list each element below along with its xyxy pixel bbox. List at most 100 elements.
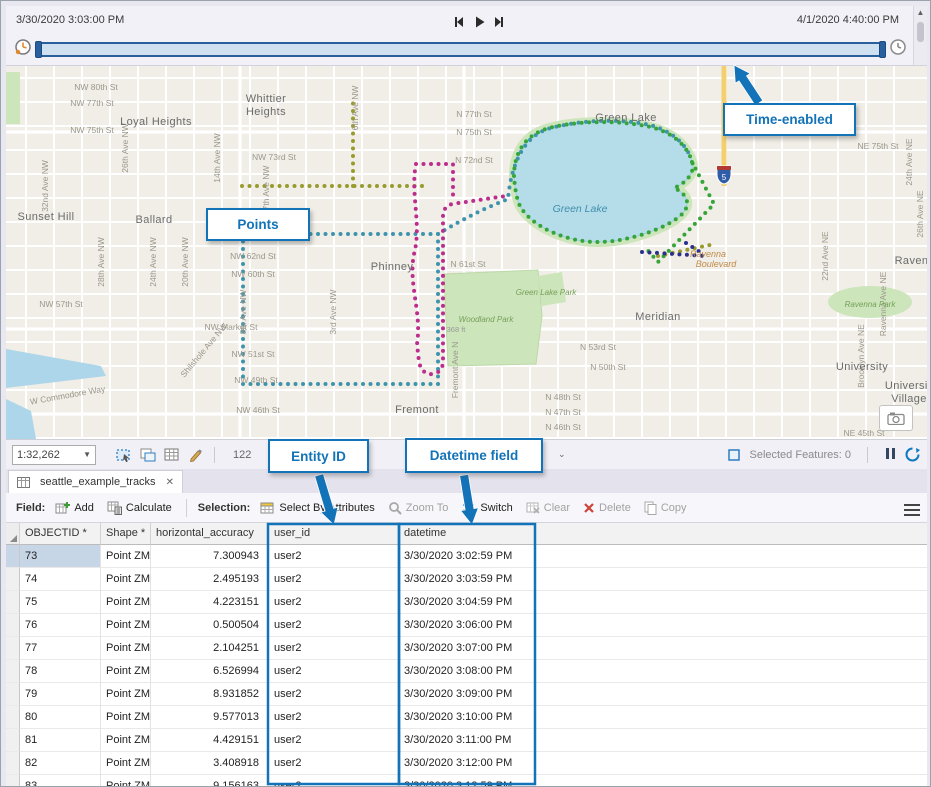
scroll-up-icon[interactable]: ▲	[914, 6, 927, 17]
corner-selector[interactable]	[6, 523, 20, 545]
table-cell[interactable]: 81	[20, 729, 101, 752]
table-cell[interactable]: 9.156163	[151, 775, 269, 786]
scroll-thumb[interactable]	[917, 22, 924, 42]
table-cell[interactable]: 3/30/2020 3:08:00 PM	[399, 660, 535, 683]
switch-selection-button[interactable]: Switch	[458, 499, 515, 516]
table-cell[interactable]: user2	[269, 706, 399, 729]
table-cell[interactable]: Point ZM	[101, 683, 151, 706]
row-selector[interactable]	[6, 545, 20, 568]
table-cell[interactable]: user2	[269, 660, 399, 683]
play-icon[interactable]	[472, 15, 486, 29]
column-header-shape[interactable]: Shape *	[101, 523, 151, 545]
row-selector[interactable]	[6, 775, 20, 786]
table-cell[interactable]: 73	[20, 545, 101, 568]
refresh-icon[interactable]	[904, 446, 921, 463]
table-cell[interactable]: 6.526994	[151, 660, 269, 683]
time-settings-icon[interactable]	[14, 38, 32, 61]
table-cell[interactable]: Point ZM	[101, 545, 151, 568]
table-row[interactable]: 80 Point ZM 9.577013 user2 3/30/2020 3:10:00…	[6, 706, 927, 729]
table-row[interactable]: 74 Point ZM 2.495193 user2 3/30/2020 3:03:59…	[6, 568, 927, 591]
pause-icon[interactable]	[884, 447, 896, 462]
time-slider-track[interactable]	[35, 41, 886, 58]
row-selector[interactable]	[6, 729, 20, 752]
panel-scrollbar[interactable]: ▲	[913, 6, 927, 65]
table-cell[interactable]: Point ZM	[101, 775, 151, 786]
add-field-button[interactable]: Add	[52, 498, 97, 517]
table-cell[interactable]: 3/30/2020 3:10:00 PM	[399, 706, 535, 729]
table-row[interactable]: 76 Point ZM 0.500504 user2 3/30/2020 3:06:00…	[6, 614, 927, 637]
table-cell[interactable]: 4.223151	[151, 591, 269, 614]
calculate-field-button[interactable]: Calculate	[104, 498, 175, 517]
table-cell[interactable]: 74	[20, 568, 101, 591]
table-cell[interactable]: 77	[20, 637, 101, 660]
table-cell[interactable]: user2	[269, 591, 399, 614]
table-cell[interactable]: user2	[269, 545, 399, 568]
table-cell[interactable]: 75	[20, 591, 101, 614]
row-selector[interactable]	[6, 706, 20, 729]
step-back-icon[interactable]	[452, 15, 466, 29]
table-cell[interactable]: 3/30/2020 3:04:59 PM	[399, 591, 535, 614]
column-header-user-id[interactable]: user_id	[269, 523, 399, 545]
table-cell[interactable]: 3/30/2020 3:11:00 PM	[399, 729, 535, 752]
select-features-icon[interactable]	[114, 445, 134, 465]
table-cell[interactable]: 3/30/2020 3:12:00 PM	[399, 752, 535, 775]
table-cell[interactable]: user2	[269, 775, 399, 786]
table-cell[interactable]: 3/30/2020 3:02:59 PM	[399, 545, 535, 568]
table-cell[interactable]: Point ZM	[101, 706, 151, 729]
clear-selection-button[interactable]: Clear	[523, 499, 573, 517]
table-cell[interactable]: 2.104251	[151, 637, 269, 660]
table-cell[interactable]: user2	[269, 683, 399, 706]
column-header-horizontal-accuracy[interactable]: horizontal_accuracy	[151, 523, 269, 545]
table-cell[interactable]: Point ZM	[101, 729, 151, 752]
table-row[interactable]: 75 Point ZM 4.223151 user2 3/30/2020 3:04:59…	[6, 591, 927, 614]
table-row[interactable]: 83 Point ZM 9.156163 user2 3/30/2020 3:12:59…	[6, 775, 927, 786]
table-row[interactable]: 77 Point ZM 2.104251 user2 3/30/2020 3:07:00…	[6, 637, 927, 660]
table-cell[interactable]: 3/30/2020 3:06:00 PM	[399, 614, 535, 637]
table-cell[interactable]: Point ZM	[101, 637, 151, 660]
column-header-datetime[interactable]: datetime	[399, 523, 535, 545]
table-cell[interactable]: user2	[269, 568, 399, 591]
table-row[interactable]: 78 Point ZM 6.526994 user2 3/30/2020 3:08:00…	[6, 660, 927, 683]
zoom-to-button[interactable]: Zoom To	[385, 499, 452, 517]
row-selector[interactable]	[6, 752, 20, 775]
copy-button[interactable]: Copy	[641, 499, 690, 517]
time-slider-start-handle[interactable]	[35, 41, 42, 58]
table-cell[interactable]: 79	[20, 683, 101, 706]
map-snapshot-button[interactable]	[879, 405, 913, 431]
row-selector[interactable]	[6, 614, 20, 637]
coordinate-chevron-icon[interactable]: ⌄	[558, 449, 566, 460]
table-cell[interactable]: 8.931852	[151, 683, 269, 706]
menu-icon[interactable]	[904, 501, 920, 519]
delete-button[interactable]: Delete	[580, 500, 634, 516]
select-by-attributes-button[interactable]: Select By Attributes	[257, 498, 377, 517]
step-forward-icon[interactable]	[492, 15, 506, 29]
table-cell[interactable]: user2	[269, 637, 399, 660]
table-cell[interactable]: 83	[20, 775, 101, 786]
table-cell[interactable]: Point ZM	[101, 752, 151, 775]
table-cell[interactable]: 9.577013	[151, 706, 269, 729]
table-cell[interactable]: Point ZM	[101, 591, 151, 614]
table-cell[interactable]: 7.300943	[151, 545, 269, 568]
table-cell[interactable]: user2	[269, 614, 399, 637]
table-cell[interactable]: 2.495193	[151, 568, 269, 591]
time-slider-end-handle[interactable]	[879, 41, 886, 58]
table-row[interactable]: 73 Point ZM 7.300943 user2 3/30/2020 3:02:59…	[6, 545, 927, 568]
table-cell[interactable]: user2	[269, 752, 399, 775]
map-scale-select[interactable]: 1:32,262 ▼	[12, 444, 96, 465]
table-grid-icon[interactable]	[162, 445, 182, 465]
row-selector[interactable]	[6, 660, 20, 683]
table-cell[interactable]: 3/30/2020 3:03:59 PM	[399, 568, 535, 591]
close-icon[interactable]: ✕	[166, 477, 174, 488]
tab-seattle-example-tracks[interactable]: seattle_example_tracks ✕	[8, 470, 183, 493]
row-selector[interactable]	[6, 568, 20, 591]
table-cell[interactable]: 4.429151	[151, 729, 269, 752]
table-cell[interactable]: 80	[20, 706, 101, 729]
table-cell[interactable]: user2	[269, 729, 399, 752]
table-cell[interactable]: Point ZM	[101, 660, 151, 683]
table-row[interactable]: 82 Point ZM 3.408918 user2 3/30/2020 3:12:00…	[6, 752, 927, 775]
table-cell[interactable]: 78	[20, 660, 101, 683]
row-selector[interactable]	[6, 591, 20, 614]
table-cell[interactable]: 76	[20, 614, 101, 637]
row-selector[interactable]	[6, 637, 20, 660]
table-cell[interactable]: 82	[20, 752, 101, 775]
